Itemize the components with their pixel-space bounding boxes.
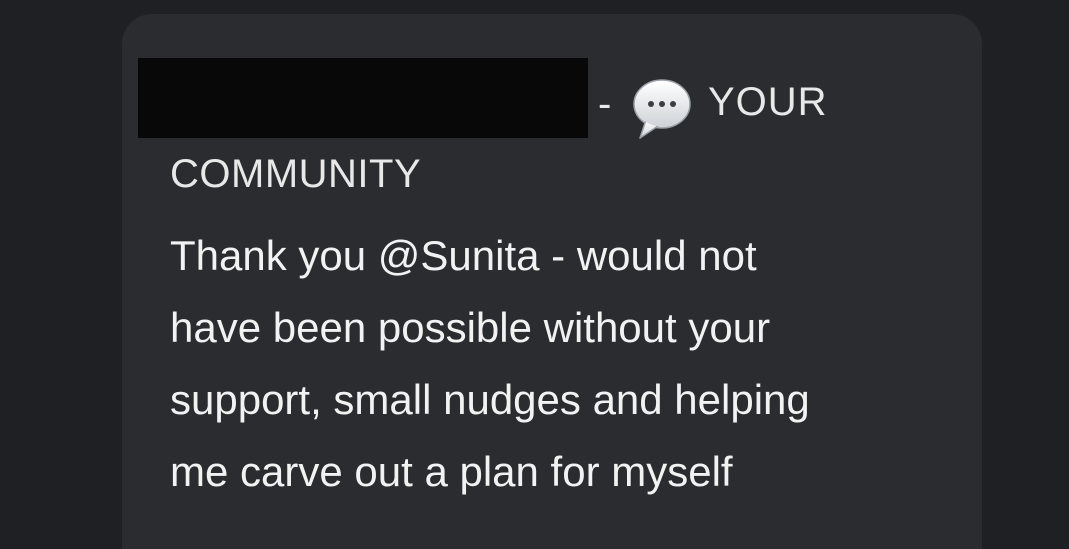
message-card: - YOUR COMMUNITY Thank you @Sunita - wou… [122,14,982,549]
message-body: Thank you @Sunita - would not have been … [170,220,950,508]
message-line: me carve out a plan for myself [170,448,733,495]
message-line: Thank you @Sunita - would not [170,232,757,279]
message-line: have been possible without your [170,304,771,351]
message-line: support, small nudges and helping [170,376,810,423]
redacted-author-name [138,58,588,138]
header-separator: - [598,82,612,126]
header-label-community: COMMUNITY [170,152,422,196]
header-label-your: YOUR [708,80,828,124]
speech-bubble-icon [632,76,692,140]
